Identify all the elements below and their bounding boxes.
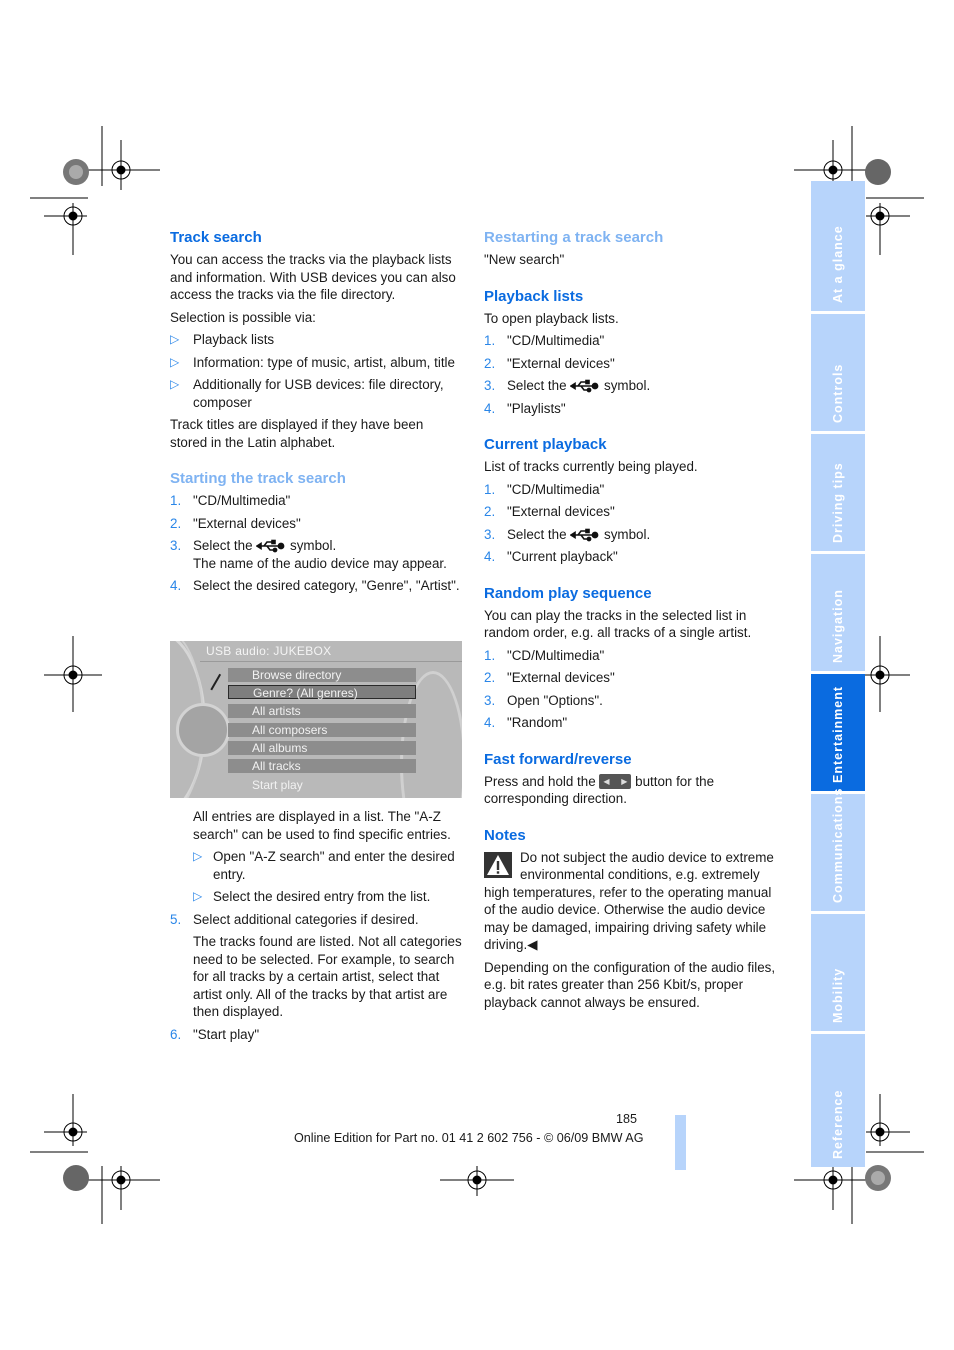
- screen-menu-item: All artists: [228, 704, 416, 718]
- bullet-arrow-icon: ▷: [170, 354, 180, 369]
- step5-note: The tracks found are listed. Not all cat…: [193, 934, 462, 1019]
- usb-icon: [256, 539, 285, 553]
- screen-menu-item: Start play: [252, 778, 303, 792]
- track-search-heading: Track search: [170, 229, 262, 246]
- playback-lists-intro: To open playback lists.: [484, 310, 619, 326]
- step-item: 1. "CD/Multimedia": [484, 481, 605, 497]
- screen-title: USB audio: JUKEBOX: [206, 644, 332, 658]
- screen-menu-item: All composers: [228, 723, 416, 737]
- screen-menu-item: All tracks: [228, 759, 416, 773]
- screen-menu-item: Browse directory: [228, 668, 416, 682]
- step-item: 3. Select the symbol.: [484, 526, 651, 542]
- edition-footer: Online Edition for Part no. 01 41 2 602 …: [294, 1131, 644, 1145]
- step-item: 3. Select the symbol. The name of the audi…: [170, 538, 447, 571]
- current-playback-intro: List of tracks currently being played.: [484, 459, 698, 474]
- left-column: Track search You can access the tracks v…: [170, 228, 462, 600]
- after-screen-text: All entries are displayed in a list. The…: [193, 809, 451, 842]
- step-item: 3. Open "Options".: [484, 692, 603, 708]
- warning-note: Do not subject the audio device to extre…: [484, 849, 774, 952]
- bullet-arrow-icon: ▷: [170, 332, 180, 346]
- restarting-text: "New search": [484, 252, 565, 267]
- step-item: 2. "External devices": [484, 504, 615, 519]
- tab-mobility[interactable]: Mobility: [811, 914, 865, 1031]
- page-number: 185: [616, 1112, 638, 1126]
- step-item: 4. Select the desired category, "Genre", …: [170, 578, 460, 593]
- starting-heading: Starting the track search: [170, 470, 346, 487]
- playback-lists-heading: Playback lists: [484, 287, 584, 305]
- bullet-arrow-icon: ▷: [193, 889, 203, 903]
- restarting-heading: Restarting a track search: [484, 229, 664, 246]
- usb-icon: [570, 379, 599, 393]
- selection-label: Selection is possible via:: [170, 309, 316, 325]
- step-item: 2. "External devices": [170, 515, 301, 531]
- step-item: 4. "Current playback": [484, 549, 618, 564]
- right-column: Restarting a track search "New search" P…: [484, 228, 776, 1016]
- step-item: 2. "External devices": [484, 670, 615, 685]
- controller-knob-icon: [176, 703, 230, 757]
- ffrev-text: Press and hold the ◀ ▶ button for the cor…: [484, 773, 715, 806]
- latin-note: Track titles are displayed if they have …: [170, 417, 424, 450]
- left-column-continued: All entries are displayed in a list. The…: [170, 808, 462, 1048]
- list-item: ▷ Select the desired entry from the list.: [193, 889, 431, 904]
- fast-forward-reverse-button-icon: ◀ ▶: [599, 773, 632, 789]
- tab-controls[interactable]: Controls: [811, 314, 865, 431]
- tab-communications[interactable]: Communications: [811, 788, 865, 911]
- notes-heading: Notes: [484, 826, 526, 844]
- random-intro: You can play the tracks in the selected …: [484, 607, 752, 641]
- usb-icon: [570, 528, 599, 541]
- screen-divider: [200, 661, 462, 662]
- step-item: 3. Select the symbol.: [484, 378, 651, 393]
- bullet-arrow-icon: ▷: [193, 849, 203, 863]
- step-item: 1. "CD/Multimedia": [170, 493, 291, 508]
- step-item: 1. "CD/Multimedia": [484, 333, 605, 348]
- list-item: ▷ Open "A-Z search" and enter the desired…: [193, 849, 455, 882]
- ffrev-heading: Fast forward/reverse: [484, 750, 632, 768]
- step-item: 4. "Random": [484, 715, 568, 730]
- tab-navigation[interactable]: Navigation: [811, 554, 865, 671]
- step-item: 5. Select additional categories if desire…: [170, 911, 419, 927]
- idrive-screen-image: USB audio: JUKEBOX Browse directory Genr…: [170, 641, 462, 798]
- step-item: 4. "Playlists": [484, 400, 566, 416]
- end-mark-icon: ◀: [527, 937, 538, 952]
- screen-menu-item-selected: Genre? (All genres): [228, 685, 416, 700]
- warning-triangle-icon: [484, 851, 512, 878]
- pointer-line: [210, 673, 221, 691]
- tab-at-a-glance[interactable]: At a glance: [811, 181, 865, 311]
- screen-menu-item: All albums: [228, 741, 416, 755]
- bullet-arrow-icon: ▷: [170, 377, 180, 391]
- list-item: ▷ Additionally for USB devices: file dire…: [170, 377, 444, 410]
- step-item: 6. "Start play": [170, 1026, 260, 1042]
- tab-entertainment[interactable]: Entertainment: [811, 674, 865, 791]
- tab-reference[interactable]: Reference: [811, 1034, 865, 1167]
- notes-text: Depending on the configuration of the au…: [484, 959, 776, 1010]
- tab-driving-tips[interactable]: Driving tips: [811, 434, 865, 551]
- step-item: 1. "CD/Multimedia": [484, 647, 605, 663]
- page-marker-bar: [675, 1115, 686, 1170]
- step-item: 2. "External devices": [484, 355, 615, 371]
- list-item: ▷ Information: type of music, artist, alb…: [170, 354, 455, 370]
- track-search-intro: You can access the tracks via the playba…: [170, 252, 456, 302]
- list-item: ▷ Playback lists: [170, 332, 275, 347]
- random-heading: Random play sequence: [484, 584, 652, 602]
- current-playback-heading: Current playback: [484, 436, 607, 453]
